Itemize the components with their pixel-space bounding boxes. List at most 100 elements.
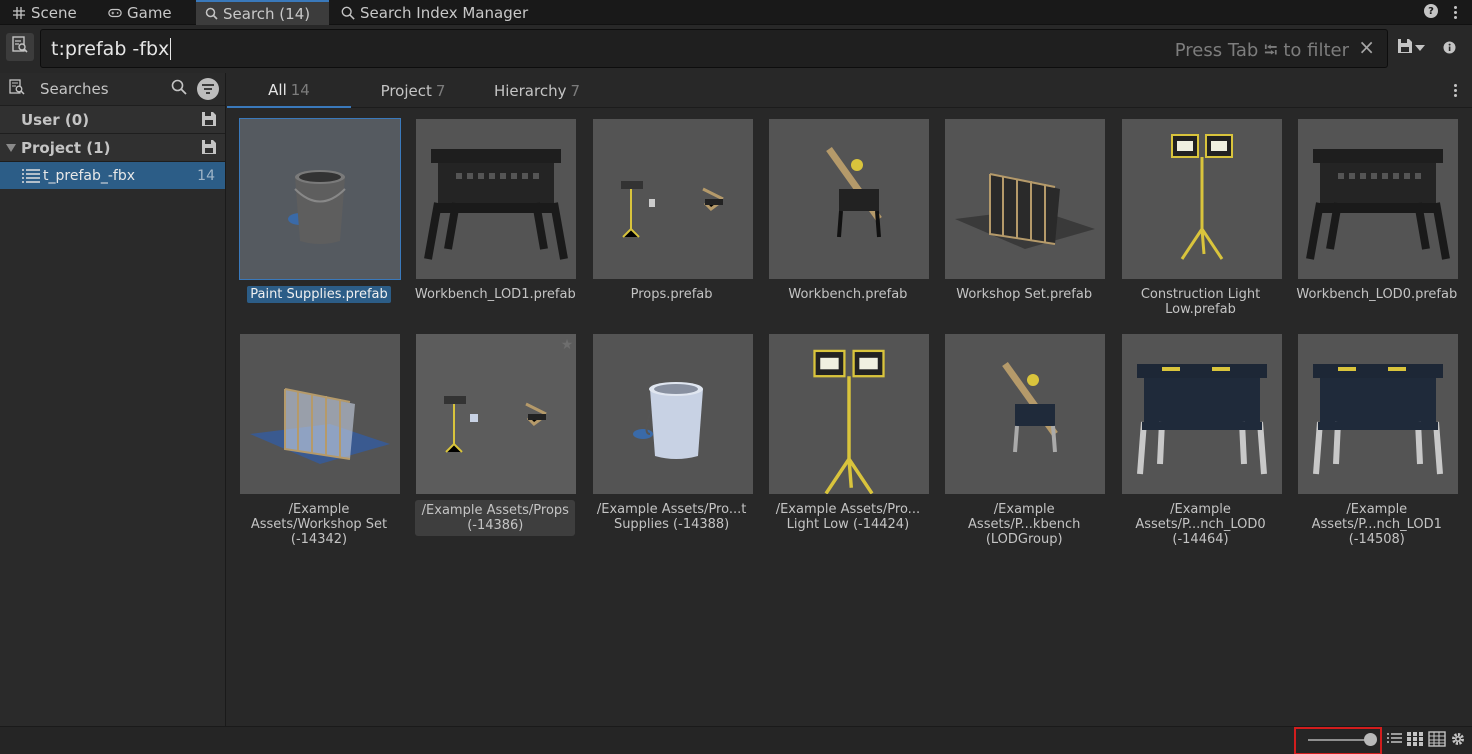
result-thumbnail[interactable]: ★ (416, 334, 577, 494)
search-input[interactable]: t:prefab -fbx Press Tab ⭾ to filter × (40, 29, 1388, 68)
result-label-text: /Example Assets/P...nch_LOD1 (-14508) (1311, 502, 1442, 547)
prefab-preview-image (424, 149, 569, 260)
result-label-text: Workbench_LOD0.prefab (1296, 287, 1458, 302)
tab-label: All (268, 80, 287, 99)
tab-label: Game (127, 3, 172, 22)
result-label-text: /Example Assets/Props (-14386) (421, 503, 569, 533)
search-bar: t:prefab -fbx Press Tab ⭾ to filter × (0, 25, 1472, 70)
tab-count: 7 (435, 81, 446, 100)
tab-search[interactable]: Search (14) (196, 0, 329, 25)
result-thumbnail[interactable] (768, 334, 929, 494)
result-thumbnail[interactable] (240, 334, 400, 494)
text-caret (170, 37, 172, 60)
result-label: /Example Assets/P...nch_LOD0 (-14464) (1115, 502, 1287, 547)
result-label: /Example Assets/Pro... Light Low (-14424… (762, 502, 934, 532)
result-thumbnail[interactable] (1297, 334, 1458, 494)
tab-hierarchy[interactable]: Hierarchy 7 (475, 73, 599, 108)
searches-sidebar: Searches User (0) Project (1) t_prefab_-… (0, 73, 226, 726)
group-user[interactable]: User (0) (0, 106, 225, 134)
group-project[interactable]: Project (1) (0, 134, 225, 162)
result-thumbnail[interactable] (416, 119, 577, 279)
gamepad-icon (108, 6, 122, 20)
tab-project[interactable]: Project 7 (351, 73, 475, 108)
tab-label: Hierarchy (493, 81, 567, 100)
tab-count: 14 (290, 80, 310, 99)
save-icon (1397, 38, 1413, 58)
result-thumbnail[interactable] (1297, 119, 1458, 279)
tab-game[interactable]: Game (100, 0, 180, 25)
result-label: Workbench.prefab (762, 287, 934, 302)
window-menu-icon[interactable] (1448, 4, 1462, 20)
save-icon[interactable] (201, 139, 217, 159)
result-tabs: All 14 Project 7 Hierarchy 7 (227, 73, 1472, 108)
result-label-text: Workbench_LOD1.prefab (414, 287, 576, 302)
info-icon[interactable] (1443, 41, 1456, 58)
zoom-handle[interactable] (1364, 733, 1377, 746)
searches-header: Searches (0, 73, 225, 106)
result-label: Paint Supplies.prefab (233, 286, 405, 303)
result-thumbnail[interactable] (945, 334, 1106, 494)
results-menu-icon[interactable] (1448, 82, 1462, 98)
saved-query-count: 14 (197, 167, 215, 184)
saved-searches-icon (8, 78, 26, 100)
prefab-preview-image (1002, 361, 1059, 453)
result-thumbnail[interactable] (239, 118, 401, 280)
search-query-text: t:prefab -fbx (51, 37, 170, 60)
result-thumbnail[interactable] (1121, 334, 1282, 494)
result-label-text: /Example Assets/Workshop Set (-14342) (250, 502, 388, 547)
tab-scene[interactable]: Scene (4, 0, 85, 25)
favorite-star-icon[interactable]: ★ (561, 337, 574, 353)
saved-query-label: t_prefab_-fbx (43, 167, 135, 184)
save-search-dropdown[interactable] (1397, 38, 1425, 58)
result-label: /Example Assets/P...nch_LOD1 (-14508) (1291, 502, 1463, 547)
result-label: Construction Light Low.prefab (1115, 287, 1287, 317)
saved-query-item[interactable]: t_prefab_-fbx 14 (0, 162, 225, 189)
result-thumbnail[interactable] (592, 119, 753, 279)
zoom-track[interactable] (1308, 739, 1370, 741)
filter-icon[interactable] (197, 78, 219, 100)
result-label: /Example Assets/P...kbench (LODGroup) (938, 502, 1110, 547)
result-label-text: Props.prefab (630, 287, 713, 302)
result-thumbnail[interactable] (768, 119, 929, 279)
tab-search-index-manager[interactable]: Search Index Manager (333, 0, 536, 25)
save-icon[interactable] (201, 111, 217, 131)
result-thumbnail[interactable] (1121, 119, 1282, 279)
prefab-preview-image (813, 349, 885, 494)
clear-search-icon[interactable]: × (1358, 35, 1375, 59)
prefab-preview-image (632, 382, 703, 459)
tab-label: Search Index Manager (360, 3, 529, 22)
result-label-text: /Example Assets/P...nch_LOD0 (-14464) (1135, 502, 1266, 547)
prefab-preview-image (826, 146, 882, 238)
prefab-preview-image (1170, 134, 1233, 260)
result-label: /Example Assets/Props (-14386) (415, 500, 576, 536)
tab-label: Search (14) (223, 4, 311, 23)
tab-count: 7 (570, 81, 581, 100)
search-icon (341, 6, 355, 20)
search-icon[interactable] (171, 79, 187, 99)
table-view-icon[interactable] (1428, 731, 1446, 751)
result-label-text: Construction Light Low.prefab (1140, 287, 1261, 317)
result-label-text: /Example Assets/P...kbench (LODGroup) (968, 502, 1081, 547)
result-thumbnail[interactable] (945, 119, 1106, 279)
help-icon[interactable]: ? (1424, 4, 1438, 18)
grid-hash-icon (12, 6, 26, 20)
zoom-slider[interactable] (1294, 727, 1382, 754)
group-label: User (0) (21, 110, 90, 129)
group-label: Project (1) (21, 138, 111, 157)
tab-all[interactable]: All 14 (227, 73, 351, 108)
tab-label: Project (380, 81, 432, 100)
result-label: Workshop Set.prefab (938, 287, 1110, 302)
result-label: /Example Assets/Pro...t Supplies (-14388… (586, 502, 758, 532)
settings-gear-icon[interactable] (1450, 731, 1466, 751)
list-view-icon[interactable] (1386, 731, 1402, 751)
grid-view-icon[interactable] (1406, 731, 1424, 751)
expand-triangle-icon[interactable] (6, 144, 16, 152)
searches-title: Searches (40, 80, 109, 98)
window-controls: ? (1424, 4, 1462, 20)
result-thumbnail[interactable] (592, 334, 753, 494)
results-panel: All 14 Project 7 Hierarchy 7 Paint Supplies… (227, 73, 1472, 726)
result-label: Props.prefab (586, 287, 758, 302)
search-provider-button[interactable] (6, 33, 34, 61)
chevron-down-icon (1415, 41, 1425, 56)
status-bar (0, 726, 1472, 754)
